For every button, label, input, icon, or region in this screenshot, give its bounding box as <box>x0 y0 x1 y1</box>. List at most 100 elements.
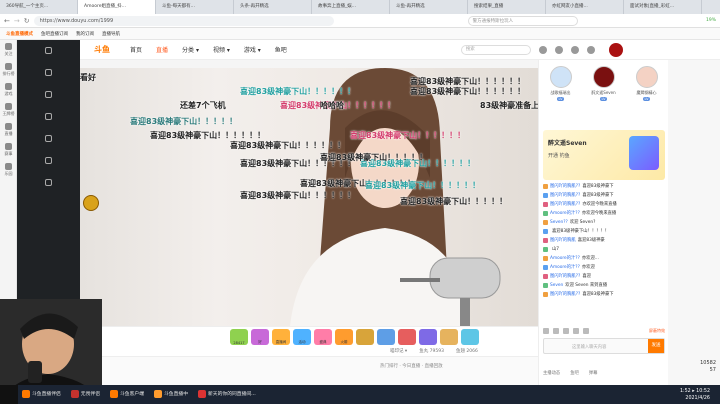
browser-tab[interactable]: 故事奔上直播_娱... <box>312 0 390 14</box>
chat-username[interactable]: Amoore的汁?? <box>550 211 580 217</box>
gift-item[interactable]: 好 <box>251 328 269 345</box>
taskbar-app[interactable]: 斗鱼客户端 <box>106 385 150 404</box>
browser-tab[interactable]: 斗鱼-每天都有... <box>156 0 234 14</box>
gift-item[interactable]: 盛典 <box>314 328 332 345</box>
follow-icon[interactable] <box>554 45 563 54</box>
chat-username[interactable]: 图闪吖的胸肌 <box>550 238 576 244</box>
gift-label: 直播间 <box>275 339 287 344</box>
danmaku-message: 喜迎83级神豪下山！！！！！ <box>130 117 238 126</box>
taskbar-app[interactable]: 无畏伴侣 <box>67 385 106 404</box>
stat-item[interactable]: 喵印记 ▾ <box>390 348 407 354</box>
gift-item[interactable] <box>377 328 395 345</box>
nav-category[interactable]: 分类 ▾ <box>182 45 199 54</box>
browser-tab[interactable]: 搜索结果_直播 <box>468 0 546 14</box>
nav-game[interactable]: 游戏 ▾ <box>244 45 261 54</box>
sidebar-item[interactable] <box>17 40 80 62</box>
tab-danmaku[interactable]: 弹幕 <box>589 370 598 376</box>
gift-item[interactable] <box>356 328 374 345</box>
bookmark-item[interactable]: 我的订阅 <box>76 31 94 37</box>
chat-username[interactable]: Seven?? <box>550 220 568 226</box>
site-search-input[interactable]: 搜索 <box>460 44 531 55</box>
side-nav-item[interactable]: 直播 <box>0 120 17 140</box>
user-avatar[interactable] <box>608 42 623 57</box>
rank-entry[interactable]: 战歌福瑞出 LV <box>541 66 581 101</box>
gift-item[interactable]: 直播间 <box>272 328 290 345</box>
chat-message: Amoore的汁?? 亦欢迎... <box>543 254 665 263</box>
taskbar-app[interactable]: 斗鱼直播中 <box>150 385 194 404</box>
nav-video[interactable]: 视频 ▾ <box>213 45 230 54</box>
chat-input[interactable]: 这里输入聊天内容 发送 <box>543 338 665 354</box>
side-nav-item[interactable]: 排行榜 <box>0 60 17 80</box>
tab-dynamics[interactable]: 主播动态 <box>543 370 560 376</box>
side-nav-item[interactable]: 乐园 <box>0 160 17 180</box>
color-icon[interactable] <box>563 328 569 334</box>
sidebar-item[interactable] <box>17 62 80 84</box>
tab-yuba[interactable]: 鱼吧 <box>570 370 579 376</box>
refresh-icon[interactable]: ↻ <box>24 17 30 25</box>
back-icon[interactable]: ← <box>4 17 10 25</box>
fan-banner[interactable]: 醉文遥Seven 开通 钓鱼 <box>543 130 665 180</box>
chat-username[interactable]: 图闪吖的胸肌?? <box>550 184 580 190</box>
sidebar-item[interactable] <box>17 106 80 128</box>
forward-icon[interactable]: → <box>14 17 20 25</box>
chat-username[interactable]: Seven <box>550 283 563 289</box>
sidebar-item[interactable] <box>17 150 80 172</box>
douyu-logo[interactable]: 斗鱼 <box>94 44 110 55</box>
gift-item[interactable]: 火箭 <box>335 328 353 345</box>
chat-username[interactable]: Amoore的汁?? <box>550 265 580 271</box>
settings-icon[interactable] <box>573 328 579 334</box>
history-icon[interactable] <box>538 45 547 54</box>
video-player[interactable]: 喜迎83级神豪下山！！！！！！ 喜迎83级神豪下山！！！！！！ 喜迎83级神豪下山！… <box>80 68 538 326</box>
block-effects-toggle[interactable]: 屏蔽特效 <box>649 328 665 334</box>
browser-tab[interactable]: Amoore姐直播_抖... <box>78 0 156 14</box>
bookmark-item[interactable]: 鱼吧直播订阅 <box>41 31 68 37</box>
gift-item[interactable] <box>419 328 437 345</box>
start-icon[interactable] <box>0 385 18 404</box>
gift-item[interactable]: 28417 <box>230 328 248 345</box>
chat-username[interactable]: 图闪吖的胸肌?? <box>550 202 580 208</box>
chat-tools: 屏蔽特效 <box>543 326 665 336</box>
sidebar-item[interactable] <box>17 172 80 194</box>
browser-tab[interactable]: 面试对象|直播_彩虹... <box>624 0 702 14</box>
browser-tab[interactable]: 360导航_一个主页... <box>0 0 78 14</box>
nav-yuba[interactable]: 鱼吧 <box>275 45 287 54</box>
trash-icon[interactable] <box>583 328 589 334</box>
download-icon[interactable] <box>586 45 595 54</box>
chat-username[interactable]: Amoore的汁?? <box>550 256 580 262</box>
rank-name: 醉文遥Seven <box>591 90 616 95</box>
browser-tab[interactable]: 头条-再开精选 <box>234 0 312 14</box>
side-nav-item[interactable]: 游戏 <box>0 80 17 100</box>
bookmark-item[interactable]: 直播导航 <box>102 31 120 37</box>
url-field[interactable]: https://www.douyu.com/1999 <box>33 15 334 26</box>
side-nav-item[interactable]: 赛事 <box>0 140 17 160</box>
gift-item[interactable] <box>440 328 458 345</box>
message-icon[interactable] <box>570 45 579 54</box>
treasure-badge[interactable] <box>83 195 99 211</box>
browser-search-input[interactable]: 警方通报特斯拉玩人 <box>467 15 578 26</box>
nav-live[interactable]: 直播 <box>156 45 168 54</box>
sidebar-item[interactable] <box>17 84 80 106</box>
chat-username[interactable]: 图闪吖的胸肌?? <box>550 193 580 199</box>
rank-entry[interactable]: 魔羯钢精心 LV <box>627 66 667 101</box>
gift-item[interactable]: 活动 <box>293 328 311 345</box>
gift-item[interactable] <box>398 328 416 345</box>
send-button[interactable]: 发送 <box>648 339 664 353</box>
browser-tab[interactable]: 亦虹网友小直播... <box>546 0 624 14</box>
taskbar-app[interactable]: 新天的你的同直播间... <box>194 385 262 404</box>
side-nav-item[interactable]: 王牌榜 <box>0 100 17 120</box>
taskbar-app[interactable]: 斗鱼直播伴侣 <box>18 385 67 404</box>
chat-username[interactable]: 图闪吖的胸肌?? <box>550 292 580 298</box>
danmaku-message: 喜迎83级神豪下山！！！！！！ <box>230 141 346 150</box>
address-bar: ← → ↻ https://www.douyu.com/1999 警方通报特斯拉… <box>0 14 720 28</box>
chat-text: 喜迎83级神豪下山！！！！！ <box>552 228 610 234</box>
chat-username[interactable]: 图闪吖的胸肌?? <box>550 274 580 280</box>
rank-entry[interactable]: 醉文遥Seven LV <box>584 66 624 101</box>
browser-tab[interactable]: 斗鱼-再开精选 <box>390 0 468 14</box>
gift-item[interactable] <box>461 328 479 345</box>
emoji-icon[interactable] <box>543 328 549 334</box>
sidebar-item[interactable] <box>17 128 80 150</box>
gift-icon[interactable] <box>553 328 559 334</box>
bookmark-douyu-mode[interactable]: 斗鱼直播模式 <box>6 31 33 37</box>
side-nav-item[interactable]: 关注 <box>0 40 17 60</box>
nav-home[interactable]: 首页 <box>130 45 142 54</box>
